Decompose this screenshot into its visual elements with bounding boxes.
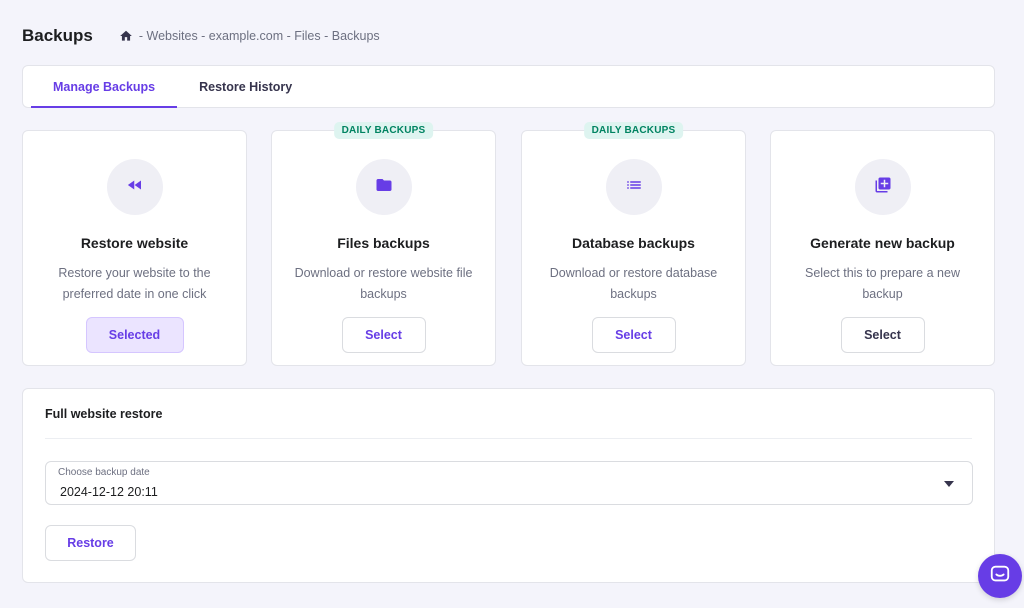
card-description: Select this to prepare a new backup bbox=[805, 266, 960, 301]
chat-button[interactable] bbox=[978, 554, 1022, 598]
select-files-button[interactable]: Select bbox=[341, 317, 426, 353]
home-icon[interactable] bbox=[119, 29, 133, 43]
select-value: 2024-12-12 20:11 bbox=[60, 485, 158, 499]
card-files-backups[interactable]: DAILY BACKUPS Files backups Download or … bbox=[271, 122, 496, 366]
card-title: Restore website bbox=[80, 235, 189, 251]
full-restore-panel: Full website restore Choose backup date … bbox=[22, 388, 995, 583]
card-restore-website[interactable]: Restore website Restore your website to … bbox=[22, 130, 247, 366]
tab-manage-backups[interactable]: Manage Backups bbox=[31, 66, 178, 108]
folder-icon bbox=[375, 176, 393, 199]
caret-down-icon[interactable] bbox=[944, 481, 954, 487]
backup-date-select[interactable]: Choose backup date 2024-12-12 20:11 bbox=[45, 461, 973, 505]
restore-title: Full website restore bbox=[45, 407, 163, 421]
restore-button[interactable]: Restore bbox=[45, 525, 136, 561]
card-description: Download or restore database backups bbox=[549, 266, 718, 301]
tabs-bar: Manage Backups Restore History bbox=[22, 65, 995, 108]
page-header: Backups - Websites - example.com - Files… bbox=[22, 24, 380, 48]
daily-backups-badge: DAILY BACKUPS bbox=[583, 122, 684, 139]
card-title: Generate new backup bbox=[810, 235, 955, 251]
icon-circle bbox=[605, 159, 662, 215]
card-generate-backup[interactable]: Generate new backup Select this to prepa… bbox=[770, 130, 995, 366]
card-description: Download or restore website file backups bbox=[294, 266, 473, 301]
tab-restore-history[interactable]: Restore History bbox=[177, 66, 314, 107]
icon-circle bbox=[854, 159, 911, 215]
select-generate-button[interactable]: Select bbox=[840, 317, 925, 353]
card-title: Database backups bbox=[572, 235, 695, 251]
page-title: Backups bbox=[22, 26, 93, 45]
daily-backups-badge: DAILY BACKUPS bbox=[333, 122, 434, 139]
icon-circle bbox=[106, 159, 163, 215]
divider bbox=[45, 438, 972, 439]
icon-circle bbox=[355, 159, 412, 215]
breadcrumb: - Websites - example.com - Files - Backu… bbox=[138, 29, 380, 43]
select-database-button[interactable]: Select bbox=[591, 317, 676, 353]
card-description: Restore your website to the preferred da… bbox=[58, 266, 211, 301]
add-copy-icon bbox=[874, 176, 892, 199]
select-label: Choose backup date bbox=[58, 467, 150, 478]
rewind-icon bbox=[126, 176, 144, 199]
selected-button[interactable]: Selected bbox=[85, 317, 184, 353]
list-icon bbox=[625, 176, 643, 199]
card-title: Files backups bbox=[337, 235, 430, 251]
chat-icon bbox=[989, 563, 1011, 590]
card-database-backups[interactable]: DAILY BACKUPS Database backups Download … bbox=[521, 122, 746, 366]
